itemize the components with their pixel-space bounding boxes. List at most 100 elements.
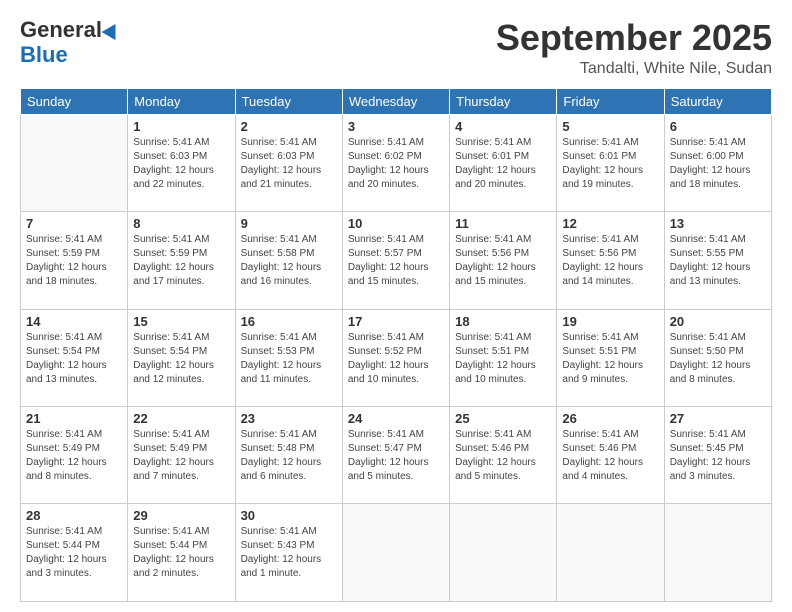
day-info: Sunrise: 5:41 AM Sunset: 5:53 PM Dayligh… bbox=[241, 331, 337, 387]
day-info: Sunrise: 5:41 AM Sunset: 5:49 PM Dayligh… bbox=[133, 428, 229, 484]
calendar-cell-w0d6: 6Sunrise: 5:41 AM Sunset: 6:00 PM Daylig… bbox=[664, 114, 771, 211]
day-info: Sunrise: 5:41 AM Sunset: 5:48 PM Dayligh… bbox=[241, 428, 337, 484]
calendar-cell-w2d0: 14 Sunrise: 5:41 AM Sunset: 5:54 PM Dayli… bbox=[21, 309, 128, 406]
day-info: Sunrise: 5:41 AM Sunset: 5:59 PM Dayligh… bbox=[26, 233, 122, 289]
day-info: Sunrise: 5:41 AM Sunset: 5:43 PM Dayligh… bbox=[241, 525, 337, 581]
day-number: 5 bbox=[562, 119, 658, 134]
day-number: 30 bbox=[241, 508, 337, 523]
day-header-friday: Friday bbox=[557, 88, 664, 114]
day-info: Sunrise: 5:41 AM Sunset: 6:01 PM Dayligh… bbox=[562, 136, 658, 192]
day-info: Sunrise: 5:41 AM Sunset: 5:59 PM Dayligh… bbox=[133, 233, 229, 289]
day-number: 10 bbox=[348, 216, 444, 231]
day-header-tuesday: Tuesday bbox=[235, 88, 342, 114]
day-number: 3 bbox=[348, 119, 444, 134]
day-number: 8 bbox=[133, 216, 229, 231]
day-number: 22 bbox=[133, 411, 229, 426]
calendar-cell-w4d5 bbox=[557, 504, 664, 602]
day-info: Sunrise: 5:41 AM Sunset: 5:51 PM Dayligh… bbox=[562, 331, 658, 387]
calendar-cell-w4d0: 28 Sunrise: 5:41 AM Sunset: 5:44 PM Dayli… bbox=[21, 504, 128, 602]
day-number: 1 bbox=[133, 119, 229, 134]
calendar-cell-w3d2: 23 Sunrise: 5:41 AM Sunset: 5:48 PM Dayli… bbox=[235, 407, 342, 504]
day-number: 28 bbox=[26, 508, 122, 523]
calendar-cell-w3d3: 24Sunrise: 5:41 AM Sunset: 5:47 PM Dayli… bbox=[342, 407, 449, 504]
calendar-cell-w2d5: 19 Sunrise: 5:41 AM Sunset: 5:51 PM Dayli… bbox=[557, 309, 664, 406]
day-number: 23 bbox=[241, 411, 337, 426]
header-right: September 2025 Tandalti, White Nile, Sud… bbox=[496, 18, 772, 78]
day-info: Sunrise: 5:41 AM Sunset: 5:54 PM Dayligh… bbox=[26, 331, 122, 387]
calendar-cell-w3d4: 25Sunrise: 5:41 AM Sunset: 5:46 PM Dayli… bbox=[450, 407, 557, 504]
calendar-cell-w0d5: 5 Sunrise: 5:41 AM Sunset: 6:01 PM Daylig… bbox=[557, 114, 664, 211]
day-number: 29 bbox=[133, 508, 229, 523]
logo-triangle-icon bbox=[102, 20, 123, 40]
day-number: 19 bbox=[562, 314, 658, 329]
logo: General Blue bbox=[20, 18, 120, 68]
calendar-cell-w0d3: 3 Sunrise: 5:41 AM Sunset: 6:02 PM Daylig… bbox=[342, 114, 449, 211]
day-header-monday: Monday bbox=[128, 88, 235, 114]
day-number: 15 bbox=[133, 314, 229, 329]
day-number: 17 bbox=[348, 314, 444, 329]
day-header-thursday: Thursday bbox=[450, 88, 557, 114]
calendar-cell-w1d6: 13 Sunrise: 5:41 AM Sunset: 5:55 PM Dayli… bbox=[664, 212, 771, 309]
day-info: Sunrise: 5:41 AM Sunset: 5:44 PM Dayligh… bbox=[133, 525, 229, 581]
calendar-cell-w2d3: 17 Sunrise: 5:41 AM Sunset: 5:52 PM Dayli… bbox=[342, 309, 449, 406]
calendar-cell-w3d1: 22 Sunrise: 5:41 AM Sunset: 5:49 PM Dayli… bbox=[128, 407, 235, 504]
calendar-cell-w2d2: 16 Sunrise: 5:41 AM Sunset: 5:53 PM Dayli… bbox=[235, 309, 342, 406]
location: Tandalti, White Nile, Sudan bbox=[496, 60, 772, 78]
day-header-wednesday: Wednesday bbox=[342, 88, 449, 114]
calendar-cell-w2d4: 18 Sunrise: 5:41 AM Sunset: 5:51 PM Dayli… bbox=[450, 309, 557, 406]
calendar-table: SundayMondayTuesdayWednesdayThursdayFrid… bbox=[20, 88, 772, 602]
day-number: 16 bbox=[241, 314, 337, 329]
day-info: Sunrise: 5:41 AM Sunset: 5:56 PM Dayligh… bbox=[455, 233, 551, 289]
calendar-cell-w4d1: 29 Sunrise: 5:41 AM Sunset: 5:44 PM Dayli… bbox=[128, 504, 235, 602]
calendar-cell-w1d0: 7 Sunrise: 5:41 AM Sunset: 5:59 PM Daylig… bbox=[21, 212, 128, 309]
calendar-cell-w0d4: 4 Sunrise: 5:41 AM Sunset: 6:01 PM Daylig… bbox=[450, 114, 557, 211]
calendar-cell-w3d0: 21Sunrise: 5:41 AM Sunset: 5:49 PM Dayli… bbox=[21, 407, 128, 504]
calendar-cell-w1d4: 11 Sunrise: 5:41 AM Sunset: 5:56 PM Dayli… bbox=[450, 212, 557, 309]
calendar-cell-w1d5: 12 Sunrise: 5:41 AM Sunset: 5:56 PM Dayli… bbox=[557, 212, 664, 309]
day-info: Sunrise: 5:41 AM Sunset: 5:46 PM Dayligh… bbox=[455, 428, 551, 484]
day-number: 12 bbox=[562, 216, 658, 231]
day-info: Sunrise: 5:41 AM Sunset: 5:54 PM Dayligh… bbox=[133, 331, 229, 387]
calendar-cell-w0d0 bbox=[21, 114, 128, 211]
calendar-cell-w4d6 bbox=[664, 504, 771, 602]
logo-general-text: General bbox=[20, 18, 102, 42]
day-number: 20 bbox=[670, 314, 766, 329]
day-info: Sunrise: 5:41 AM Sunset: 5:44 PM Dayligh… bbox=[26, 525, 122, 581]
day-info: Sunrise: 5:41 AM Sunset: 5:47 PM Dayligh… bbox=[348, 428, 444, 484]
calendar-cell-w3d6: 27 Sunrise: 5:41 AM Sunset: 5:45 PM Dayli… bbox=[664, 407, 771, 504]
calendar-cell-w4d3 bbox=[342, 504, 449, 602]
day-info: Sunrise: 5:41 AM Sunset: 5:55 PM Dayligh… bbox=[670, 233, 766, 289]
calendar-cell-w4d2: 30 Sunrise: 5:41 AM Sunset: 5:43 PM Dayli… bbox=[235, 504, 342, 602]
calendar-cell-w3d5: 26Sunrise: 5:41 AM Sunset: 5:46 PM Dayli… bbox=[557, 407, 664, 504]
day-number: 21 bbox=[26, 411, 122, 426]
month-title: September 2025 bbox=[496, 18, 772, 58]
day-info: Sunrise: 5:41 AM Sunset: 5:46 PM Dayligh… bbox=[562, 428, 658, 484]
day-number: 2 bbox=[241, 119, 337, 134]
day-number: 13 bbox=[670, 216, 766, 231]
day-info: Sunrise: 5:41 AM Sunset: 5:45 PM Dayligh… bbox=[670, 428, 766, 484]
day-number: 11 bbox=[455, 216, 551, 231]
day-info: Sunrise: 5:41 AM Sunset: 5:50 PM Dayligh… bbox=[670, 331, 766, 387]
day-info: Sunrise: 5:41 AM Sunset: 6:01 PM Dayligh… bbox=[455, 136, 551, 192]
day-header-saturday: Saturday bbox=[664, 88, 771, 114]
day-info: Sunrise: 5:41 AM Sunset: 6:03 PM Dayligh… bbox=[133, 136, 229, 192]
day-info: Sunrise: 5:41 AM Sunset: 6:02 PM Dayligh… bbox=[348, 136, 444, 192]
logo-blue-text: Blue bbox=[20, 42, 68, 67]
calendar-cell-w1d3: 10Sunrise: 5:41 AM Sunset: 5:57 PM Dayli… bbox=[342, 212, 449, 309]
calendar-cell-w1d2: 9Sunrise: 5:41 AM Sunset: 5:58 PM Daylig… bbox=[235, 212, 342, 309]
day-number: 18 bbox=[455, 314, 551, 329]
day-info: Sunrise: 5:41 AM Sunset: 5:56 PM Dayligh… bbox=[562, 233, 658, 289]
page: General Blue September 2025 Tandalti, Wh… bbox=[0, 0, 792, 612]
day-info: Sunrise: 5:41 AM Sunset: 6:00 PM Dayligh… bbox=[670, 136, 766, 192]
calendar-cell-w4d4 bbox=[450, 504, 557, 602]
day-number: 7 bbox=[26, 216, 122, 231]
day-info: Sunrise: 5:41 AM Sunset: 6:03 PM Dayligh… bbox=[241, 136, 337, 192]
calendar-cell-w2d6: 20 Sunrise: 5:41 AM Sunset: 5:50 PM Dayli… bbox=[664, 309, 771, 406]
day-info: Sunrise: 5:41 AM Sunset: 5:51 PM Dayligh… bbox=[455, 331, 551, 387]
day-number: 4 bbox=[455, 119, 551, 134]
day-number: 14 bbox=[26, 314, 122, 329]
day-info: Sunrise: 5:41 AM Sunset: 5:58 PM Dayligh… bbox=[241, 233, 337, 289]
calendar-cell-w2d1: 15 Sunrise: 5:41 AM Sunset: 5:54 PM Dayli… bbox=[128, 309, 235, 406]
day-number: 27 bbox=[670, 411, 766, 426]
day-info: Sunrise: 5:41 AM Sunset: 5:52 PM Dayligh… bbox=[348, 331, 444, 387]
